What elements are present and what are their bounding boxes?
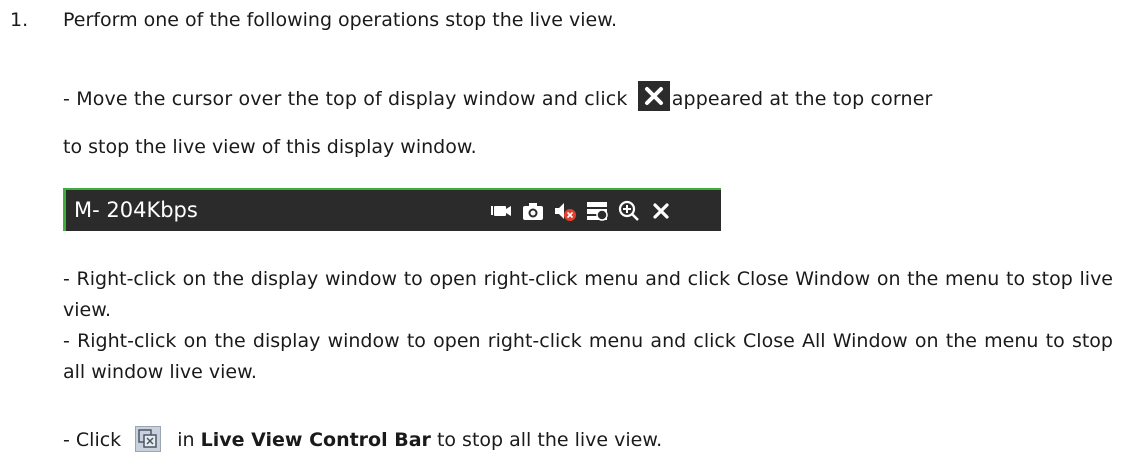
bullet-close-icon-continuation: to stop the live view of this display wi… <box>63 136 477 158</box>
bullet-click-before: - Click <box>63 429 122 451</box>
bullet-close-all-window: - Right-click on the display window to o… <box>63 330 1113 383</box>
display-window-toolbar: M- 204Kbps <box>63 188 721 231</box>
toolbar-icons <box>489 199 673 223</box>
camera-icon[interactable] <box>521 199 545 223</box>
step-number: 1. <box>10 9 29 31</box>
bitrate-label: M- 204Kbps <box>74 198 198 222</box>
bullet-click-control-bar: - Click in Live View Control Bar to stop… <box>63 426 662 452</box>
zoom-icon[interactable] <box>617 199 641 223</box>
live-view-control-bar-label: Live View Control Bar <box>200 429 431 451</box>
audio-muted-icon[interactable] <box>553 199 577 223</box>
stream-icon[interactable] <box>585 199 609 223</box>
record-icon[interactable] <box>489 199 513 223</box>
bullet-close-window: - Right-click on the display window to o… <box>63 268 1113 321</box>
close-icon <box>637 81 670 111</box>
stop-all-live-view-icon <box>135 426 162 452</box>
bullet-close-icon-after: appeared at the top corner <box>671 88 933 110</box>
step-text: Perform one of the following operations … <box>63 9 618 31</box>
bullet-click-middle: in <box>171 429 201 451</box>
bullet-close-icon-before: - Move the cursor over the top of displa… <box>63 88 628 110</box>
close-icon[interactable] <box>649 199 673 223</box>
bullet-close-icon: - Move the cursor over the top of displa… <box>63 81 933 111</box>
bullet-click-after: to stop all the live view. <box>430 429 663 451</box>
